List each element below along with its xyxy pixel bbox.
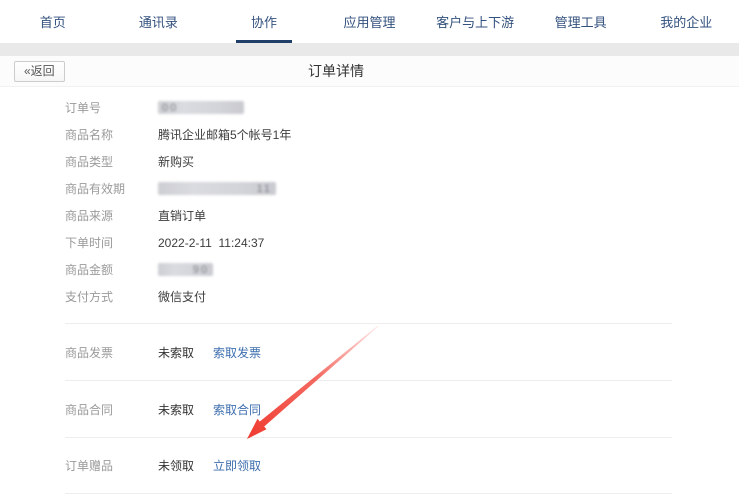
nav-tab-customers[interactable]: 客户与上下游 [422,0,528,43]
nav-tab-contacts[interactable]: 通讯录 [106,0,212,43]
product-type-label: 商品类型 [65,153,158,170]
contract-label: 商品合同 [65,401,158,418]
order-number-redacted-value: 00 [158,101,244,114]
invoice-label: 商品发票 [65,344,158,361]
nav-tab-collaboration[interactable]: 协作 [211,0,317,43]
order-actions: 商品发票 未索取 索取发票 商品合同 未索取 索取合同 订单赠品 未领取 立即领… [65,323,672,494]
order-number-label: 订单号 [65,99,158,116]
nav-tab-contacts-label: 通讯录 [139,12,178,31]
top-nav: 首页 通讯录 协作 应用管理 客户与上下游 管理工具 我的企业 [0,0,739,43]
product-source-value: 直销订单 [158,207,206,224]
section-gift: 订单赠品 未领取 立即领取 [65,437,672,494]
product-amount-label: 商品金额 [65,261,158,278]
product-name-value: 腾讯企业邮箱5个帐号1年 [158,126,291,143]
row-product-source: 商品来源 直销订单 [65,202,672,229]
gift-label: 订单赠品 [65,457,158,474]
redacted-fragment: 90 [193,264,209,276]
nav-tab-home-label: 首页 [40,12,66,31]
divider-bar [0,43,739,56]
row-product-amount: 商品金额 90 [65,256,672,283]
row-payment-method: 支付方式 微信支付 [65,283,672,310]
nav-tab-app-management[interactable]: 应用管理 [317,0,423,43]
nav-tab-collaboration-label: 协作 [251,12,277,31]
redacted-fragment: 11 [257,183,272,195]
payment-method-value: 微信支付 [158,288,206,305]
nav-tab-home[interactable]: 首页 [0,0,106,43]
row-product-name: 商品名称 腾讯企业邮箱5个帐号1年 [65,121,672,148]
nav-tab-my-enterprise[interactable]: 我的企业 [633,0,739,43]
nav-tab-app-management-label: 应用管理 [344,12,396,31]
section-contract: 商品合同 未索取 索取合同 [65,380,672,437]
order-time-label: 下单时间 [65,234,158,251]
gift-status: 未领取 [158,457,213,474]
page-title: 订单详情 [0,56,672,87]
row-product-type: 商品类型 新购买 [65,148,672,175]
claim-gift-link[interactable]: 立即领取 [213,457,261,474]
row-validity-period: 商品有效期 11 [65,175,672,202]
nav-tab-my-enterprise-label: 我的企业 [660,12,712,31]
product-amount-redacted-value: 90 [158,263,213,276]
validity-period-redacted-value: 11 [158,182,276,195]
nav-tab-customers-label: 客户与上下游 [436,12,514,31]
product-type-value: 新购买 [158,153,194,170]
request-contract-link[interactable]: 索取合同 [213,401,261,418]
product-name-label: 商品名称 [65,126,158,143]
nav-tab-admin-tools-label: 管理工具 [555,12,607,31]
nav-tab-admin-tools[interactable]: 管理工具 [528,0,634,43]
product-source-label: 商品来源 [65,207,158,224]
validity-period-label: 商品有效期 [65,180,158,197]
order-details: 订单号 00 商品名称 腾讯企业邮箱5个帐号1年 商品类型 新购买 商品有效期 … [65,87,672,494]
redacted-fragment: 00 [162,102,178,114]
request-invoice-link[interactable]: 索取发票 [213,344,261,361]
row-order-time: 下单时间 2022-2-11 11:24:37 [65,229,672,256]
payment-method-label: 支付方式 [65,288,158,305]
section-invoice: 商品发票 未索取 索取发票 [65,323,672,380]
invoice-status: 未索取 [158,344,213,361]
page-header: «返回 订单详情 [0,56,739,87]
contract-status: 未索取 [158,401,213,418]
order-time-value: 2022-2-11 11:24:37 [158,236,264,250]
row-order-number: 订单号 00 [65,94,672,121]
